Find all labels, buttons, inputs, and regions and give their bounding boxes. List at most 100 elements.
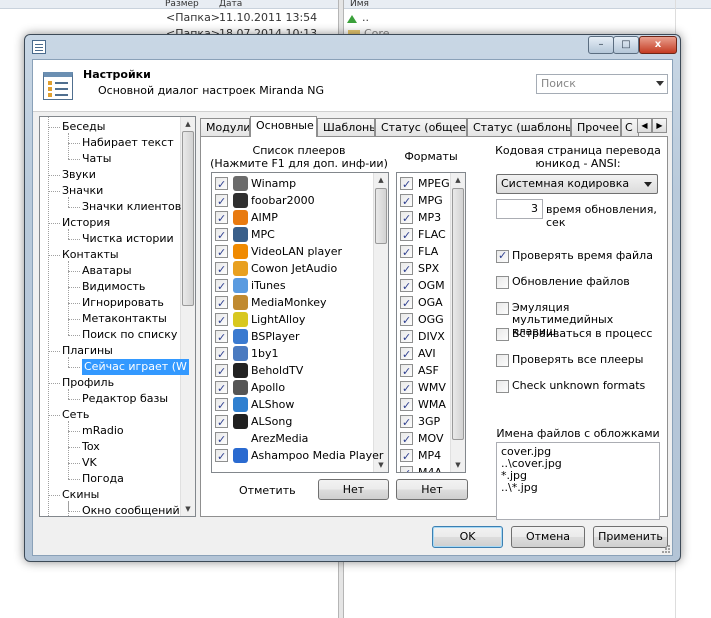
option-checkbox[interactable] [496, 302, 509, 315]
codepage-select[interactable]: Системная кодировка [496, 174, 658, 194]
option-checkbox-row[interactable]: Проверять время файла [496, 249, 661, 276]
player-checkbox[interactable] [215, 448, 228, 465]
format-checkbox[interactable] [400, 414, 413, 431]
player-checkbox[interactable] [215, 431, 228, 448]
option-checkbox-row[interactable]: Эмуляция мультимедийных клавиш [496, 302, 661, 338]
tree-item[interactable]: Редактор базы [82, 391, 168, 407]
folder-row[interactable]: .. [344, 10, 674, 26]
option-checkbox[interactable] [496, 354, 509, 367]
option-checkbox[interactable] [496, 380, 509, 393]
option-checkbox-row[interactable]: Check unknown formats [496, 380, 661, 406]
tab-templates[interactable]: Шаблоны [317, 118, 375, 137]
tree-category[interactable]: Профиль [62, 375, 114, 391]
maximize-button[interactable]: □ [613, 36, 639, 54]
option-checkbox[interactable] [496, 249, 509, 263]
player-checkbox[interactable] [215, 227, 228, 244]
player-checkbox[interactable] [215, 278, 228, 295]
option-checkbox-row[interactable]: Встраиваться в процесс [496, 328, 661, 354]
cover-files-textarea[interactable]: cover.jpg ..\cover.jpg *.jpg ..\*.jpg [496, 442, 660, 520]
scroll-down-icon[interactable]: ▼ [181, 502, 195, 516]
player-checkbox[interactable] [215, 193, 228, 210]
tree-category[interactable]: Плагины [62, 343, 113, 359]
scroll-up-icon[interactable]: ▲ [374, 173, 388, 187]
scroll-down-icon[interactable]: ▼ [451, 458, 465, 472]
chevron-down-icon[interactable] [656, 81, 664, 86]
player-checkbox[interactable] [215, 312, 228, 329]
file-row[interactable]: <Папка> 11.10.2011 13:54 [0, 10, 338, 26]
cancel-button[interactable]: Отмена [511, 526, 585, 548]
update-time-input[interactable]: 3 [496, 199, 543, 219]
player-checkbox[interactable] [215, 363, 228, 380]
name-column-header[interactable]: Имя [350, 0, 369, 8]
resize-grip-icon[interactable] [660, 543, 670, 553]
tree-item[interactable]: Поиск по списку [82, 327, 177, 343]
minimize-button[interactable]: – [588, 36, 614, 54]
player-checkbox[interactable] [215, 380, 228, 397]
formats-scrollbar[interactable]: ▲ ▼ [450, 173, 465, 472]
date-column-header[interactable]: Дата [219, 0, 242, 8]
format-checkbox[interactable] [400, 176, 413, 193]
tree-item[interactable]: Чаты [82, 151, 111, 167]
tree-scrollbar[interactable]: ▲ ▼ [180, 117, 195, 516]
option-checkbox-row[interactable]: Проверять все плееры [496, 354, 661, 380]
format-checkbox[interactable] [400, 465, 413, 472]
format-checkbox[interactable] [400, 397, 413, 414]
option-checkbox[interactable] [496, 276, 509, 289]
format-checkbox[interactable] [400, 193, 413, 210]
format-checkbox[interactable] [400, 278, 413, 295]
option-checkbox-row[interactable]: Обновление файлов [496, 276, 661, 302]
players-none-button[interactable]: Нет [318, 479, 389, 500]
tree-item[interactable]: Tox [82, 439, 100, 455]
player-checkbox[interactable] [215, 176, 228, 193]
player-checkbox[interactable] [215, 261, 228, 278]
tree-item[interactable]: mRadio [82, 423, 124, 439]
format-checkbox[interactable] [400, 244, 413, 261]
players-scrollbar[interactable]: ▲ ▼ [373, 173, 388, 472]
player-checkbox[interactable] [215, 329, 228, 346]
tab-scroll-right-icon[interactable]: ▶ [652, 118, 667, 133]
search-input[interactable]: Поиск [536, 74, 668, 94]
tab-scroll-left-icon[interactable]: ◀ [637, 118, 652, 133]
tab-general[interactable]: Основные [250, 116, 317, 137]
tab-misc[interactable]: Прочее [571, 118, 621, 137]
format-checkbox[interactable] [400, 329, 413, 346]
tree-item[interactable]: Набирает текст [82, 135, 174, 151]
tree-category[interactable]: История [62, 215, 110, 231]
size-column-header[interactable]: Размер [165, 0, 199, 8]
scroll-thumb[interactable] [182, 131, 194, 306]
tree-item[interactable]: Видимость [82, 279, 145, 295]
title-bar[interactable]: – □ x [25, 35, 680, 59]
tab-status-templates[interactable]: Статус (шаблоны) [467, 118, 571, 137]
close-button[interactable]: x [639, 36, 677, 54]
format-checkbox[interactable] [400, 380, 413, 397]
player-checkbox[interactable] [215, 210, 228, 227]
player-checkbox[interactable] [215, 295, 228, 312]
tree-item[interactable]: Окно сообщений [82, 503, 180, 516]
tree-item[interactable]: Метаконтакты [82, 311, 167, 327]
format-checkbox[interactable] [400, 261, 413, 278]
options-tree[interactable]: ▲ ▼ Беседы Набирает текст Чаты Звуки Значки З… [39, 116, 196, 517]
tab-modules[interactable]: Модули [200, 118, 250, 137]
tree-item[interactable]: Чистка истории [82, 231, 174, 247]
tree-item[interactable]: Значки клиентов [82, 199, 181, 215]
scroll-up-icon[interactable]: ▲ [451, 173, 465, 187]
tree-category[interactable]: Контакты [62, 247, 119, 263]
tree-item[interactable]: Сейчас играет (W [82, 359, 189, 375]
tree-item[interactable]: Погода [82, 471, 124, 487]
format-checkbox[interactable] [400, 346, 413, 363]
format-checkbox[interactable] [400, 363, 413, 380]
tree-category[interactable]: Сеть [62, 407, 89, 423]
player-checkbox[interactable] [215, 346, 228, 363]
ok-button[interactable]: OK [432, 526, 503, 548]
players-list[interactable]: ▲ ▼ Winamp foobar2000 AIMP MPC VideoLAN play… [211, 172, 389, 473]
scroll-thumb[interactable] [452, 188, 464, 440]
formats-list[interactable]: ▲ ▼ MPEG MPG MP3 FLAC FLA SPX OGM OGA OGG DIVX AVI… [396, 172, 466, 473]
scroll-up-icon[interactable]: ▲ [181, 117, 195, 131]
format-checkbox[interactable] [400, 448, 413, 465]
scroll-thumb[interactable] [375, 188, 387, 244]
player-checkbox[interactable] [215, 397, 228, 414]
player-checkbox[interactable] [215, 244, 228, 261]
format-checkbox[interactable] [400, 210, 413, 227]
tree-category[interactable]: Звуки [62, 167, 96, 183]
tree-item[interactable]: VK [82, 455, 97, 471]
